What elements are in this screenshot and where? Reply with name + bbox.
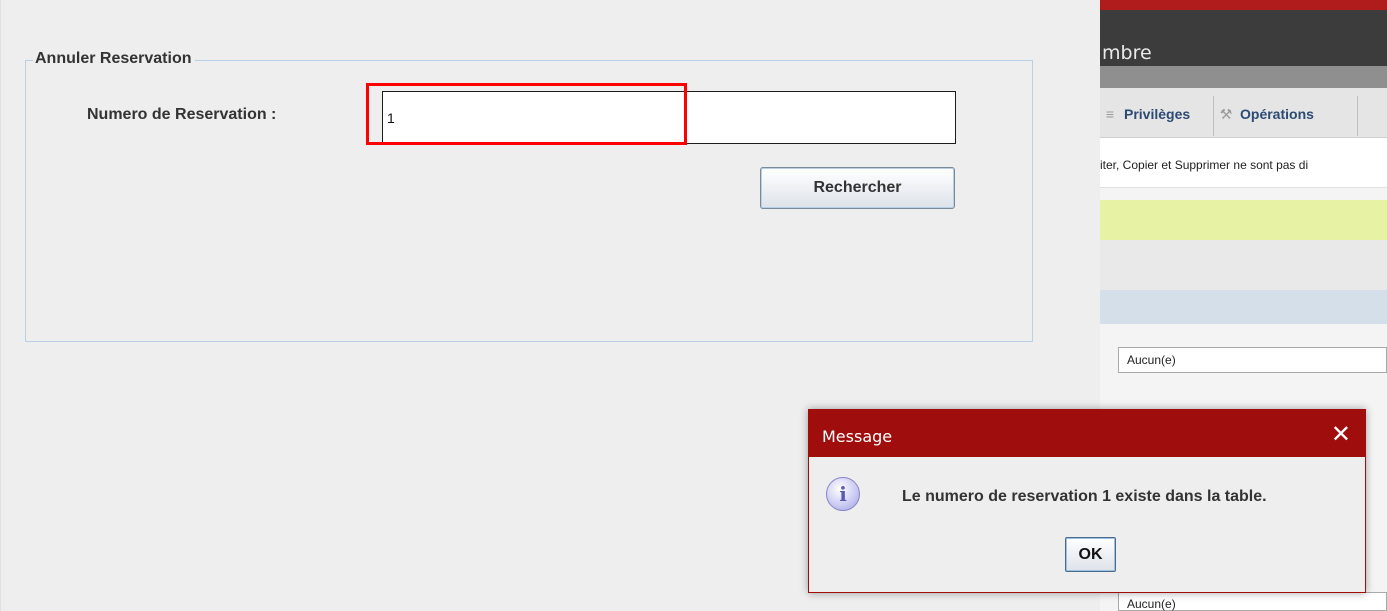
- select-field[interactable]: Aucun(e): [1118, 347, 1387, 373]
- grey-panel: [1100, 240, 1387, 290]
- tab-privileges-label: Privilèges: [1124, 106, 1191, 122]
- browser-header: mbre: [1100, 10, 1387, 66]
- success-bar: [1100, 200, 1387, 240]
- dialog-message: Le numero de reservation 1 existe dans l…: [902, 488, 1267, 505]
- reservation-number-input[interactable]: [382, 91, 956, 144]
- fieldset-legend: Annuler Reservation: [33, 50, 196, 68]
- tab-operations-label: Opérations: [1240, 106, 1314, 122]
- wrench-icon: ⚒: [1219, 106, 1233, 122]
- notice-text: iter, Copier et Supprimer ne sont pas di: [1100, 138, 1387, 188]
- message-dialog: Message ✕ i Le numero de reservation 1 e…: [808, 409, 1366, 593]
- browser-toolbar: [1100, 66, 1387, 88]
- list-icon: ≡: [1105, 106, 1115, 122]
- close-icon[interactable]: ✕: [1331, 420, 1351, 448]
- tab-operations[interactable]: ⚒ Opérations: [1218, 96, 1358, 136]
- info-icon: i: [826, 477, 860, 511]
- browser-title: mbre: [1102, 42, 1152, 64]
- browser-top-bar: [1100, 0, 1387, 10]
- ok-button[interactable]: OK: [1065, 537, 1116, 572]
- blue-panel: [1100, 290, 1387, 324]
- tab-privileges[interactable]: ≡ Privilèges: [1102, 96, 1214, 136]
- select-field[interactable]: Aucun(e): [1118, 592, 1387, 611]
- dialog-titlebar: Message ✕: [809, 410, 1365, 457]
- reservation-number-label: Numero de Reservation :: [87, 106, 277, 123]
- dialog-title: Message: [822, 427, 893, 446]
- search-button[interactable]: Rechercher: [760, 167, 955, 209]
